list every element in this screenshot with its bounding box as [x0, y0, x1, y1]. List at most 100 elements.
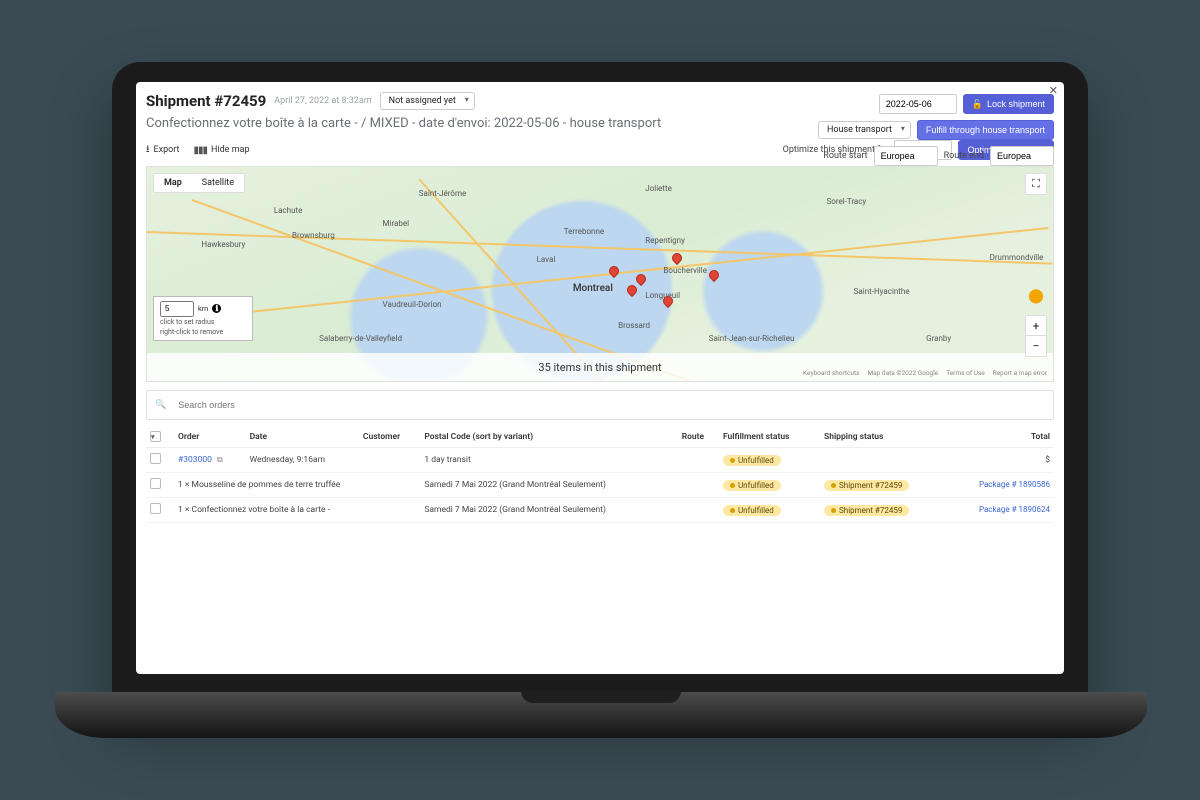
map-city-hawkesbury: Hawkesbury — [201, 240, 245, 249]
hide-map-link[interactable]: Hide map — [193, 145, 249, 156]
col-route[interactable]: Route — [678, 426, 719, 448]
map-pin[interactable] — [707, 268, 721, 282]
hide-map-label: Hide map — [211, 145, 250, 155]
col-order[interactable]: Order — [174, 426, 246, 448]
map-city-drummond: Drummondville — [990, 253, 1044, 262]
radius-unit: km — [198, 304, 208, 313]
export-link[interactable]: Export — [146, 142, 179, 159]
radius-hint-2: right-click to remove — [160, 329, 246, 337]
map-city-joliette: Joliette — [645, 184, 672, 193]
map-city-boucherville: Boucherville — [663, 266, 707, 275]
route-end-label: Route end — [944, 151, 984, 161]
row-checkbox[interactable] — [150, 503, 161, 514]
fulfillment-badge: Unfulfilled — [723, 480, 781, 491]
map-city-stjean: Saint-Jean-sur-Richelieu — [709, 334, 795, 343]
map-city-repentigny: Repentigny — [645, 236, 685, 245]
map-city-laval: Laval — [537, 255, 556, 264]
shipping-badge: Shipment #72459 — [824, 505, 909, 516]
map-city-brossard: Brossard — [618, 321, 650, 330]
order-link[interactable]: #303000 — [178, 455, 212, 465]
cell-route — [678, 473, 719, 498]
cell-shipping — [820, 448, 947, 473]
map-canvas[interactable]: Montreal Laval Longueuil Repentigny Bros… — [147, 167, 1053, 381]
map-city-mirabel: Mirabel — [383, 219, 410, 228]
fulfill-button[interactable]: Fulfill through house transport — [917, 120, 1054, 140]
radius-control: km click to set radius right-click to re… — [153, 296, 253, 341]
map-city-lachute: Lachute — [274, 206, 303, 215]
package-link[interactable]: Package # 1890586 — [979, 480, 1050, 489]
info-icon[interactable] — [212, 304, 221, 313]
assignment-select[interactable]: Not assigned yet — [380, 92, 475, 110]
shipping-badge: Shipment #72459 — [824, 480, 909, 491]
map-data-label: Map data ©2022 Google — [867, 369, 938, 377]
search-icon — [155, 400, 166, 410]
cell-total: $ — [947, 448, 1054, 473]
shipment-date-input[interactable] — [879, 94, 957, 114]
map-city-sorel: Sorel-Tracy — [827, 197, 867, 206]
map-report[interactable]: Report a map error — [993, 369, 1047, 377]
map-container[interactable]: Montreal Laval Longueuil Repentigny Bros… — [146, 166, 1054, 382]
fulfillment-badge: Unfulfilled — [723, 505, 781, 516]
radius-input[interactable] — [160, 301, 194, 317]
map-zoom-in[interactable]: + — [1026, 316, 1046, 336]
cell-route — [678, 498, 719, 523]
map-zoom-out[interactable]: − — [1026, 336, 1046, 356]
transport-select[interactable]: House transport — [818, 121, 911, 139]
radius-hint-1: click to set radius — [160, 319, 246, 327]
cell-date: Wednesday, 9:16am — [246, 448, 359, 473]
package-link[interactable]: Package # 1890624 — [979, 505, 1050, 514]
table-row: 1 × Mousseline de pommes de terre truffé… — [146, 473, 1054, 498]
page-subtitle: Confectionnez votre boîte à la carte - /… — [146, 116, 666, 132]
row-checkbox[interactable] — [150, 478, 161, 489]
col-date[interactable]: Date — [246, 426, 359, 448]
cell-route — [678, 448, 719, 473]
table-row: #303000 ⧉ Wednesday, 9:16am 1 day transi… — [146, 448, 1054, 473]
cell-lineitem: 1 × Mousseline de pommes de terre truffé… — [174, 473, 420, 498]
col-customer[interactable]: Customer — [359, 426, 420, 448]
map-zoom-controls: + − — [1025, 315, 1047, 357]
created-timestamp: April 27, 2022 at 8:32am — [274, 96, 371, 106]
route-start-label: Route start — [823, 151, 867, 161]
pegman-icon[interactable]: ⬤▲ — [1025, 285, 1047, 307]
table-row: 1 × Confectionnez votre boîte à la carte… — [146, 498, 1054, 523]
page-title: Shipment #72459 — [146, 92, 266, 110]
col-total[interactable]: Total — [947, 426, 1054, 448]
download-icon — [146, 142, 150, 159]
map-city-salaberry: Salaberry-de-Valleyfield — [319, 334, 402, 343]
map-type-map[interactable]: Map — [154, 174, 192, 192]
cell-lineitem: 1 × Confectionnez votre boîte à la carte… — [174, 498, 420, 523]
cell-postal: Samedi 7 Mai 2022 (Grand Montréal Seulem… — [420, 498, 677, 523]
row-checkbox[interactable] — [150, 453, 161, 464]
route-start-input[interactable] — [874, 146, 938, 166]
search-orders-bar[interactable] — [146, 390, 1054, 420]
map-pin[interactable] — [670, 251, 684, 265]
map-city-vaudreuil: Vaudreuil-Dorion — [383, 300, 442, 309]
unlock-icon — [972, 99, 983, 110]
map-pin[interactable] — [625, 283, 639, 297]
top-right-controls: Lock shipment House transport Fulfill th… — [818, 94, 1054, 166]
map-pin[interactable] — [607, 264, 621, 278]
map-fullscreen-button[interactable]: ⛶ — [1025, 173, 1047, 195]
select-all-checkbox[interactable] — [150, 431, 161, 442]
map-type-toggle: Map Satellite — [153, 173, 245, 193]
col-fulfillment[interactable]: Fulfillment status — [719, 426, 820, 448]
map-city-montreal: Montreal — [573, 283, 613, 294]
map-city-granby: Granby — [926, 334, 951, 343]
map-city-brownsburg: Brownsburg — [292, 231, 335, 240]
map-shortcuts[interactable]: Keyboard shortcuts — [803, 369, 859, 377]
map-city-sthyacinthe: Saint-Hyacinthe — [854, 287, 910, 296]
cell-postal: Samedi 7 Mai 2022 (Grand Montréal Seulem… — [420, 473, 677, 498]
map-terms[interactable]: Terms of Use — [946, 369, 984, 377]
map-type-satellite[interactable]: Satellite — [192, 174, 244, 192]
map-icon — [193, 145, 207, 156]
search-input[interactable] — [172, 395, 1045, 415]
map-pin[interactable] — [634, 272, 648, 286]
export-label: Export — [154, 145, 180, 155]
col-shipping[interactable]: Shipping status — [820, 426, 947, 448]
route-end-input[interactable] — [990, 146, 1054, 166]
copy-icon[interactable]: ⧉ — [217, 455, 223, 464]
lock-shipment-button[interactable]: Lock shipment — [963, 94, 1054, 114]
map-attribution: Keyboard shortcuts Map data ©2022 Google… — [803, 369, 1047, 377]
col-postal[interactable]: Postal Code (sort by variant) — [420, 426, 677, 448]
orders-table: Order Date Customer Postal Code (sort by… — [146, 426, 1054, 523]
